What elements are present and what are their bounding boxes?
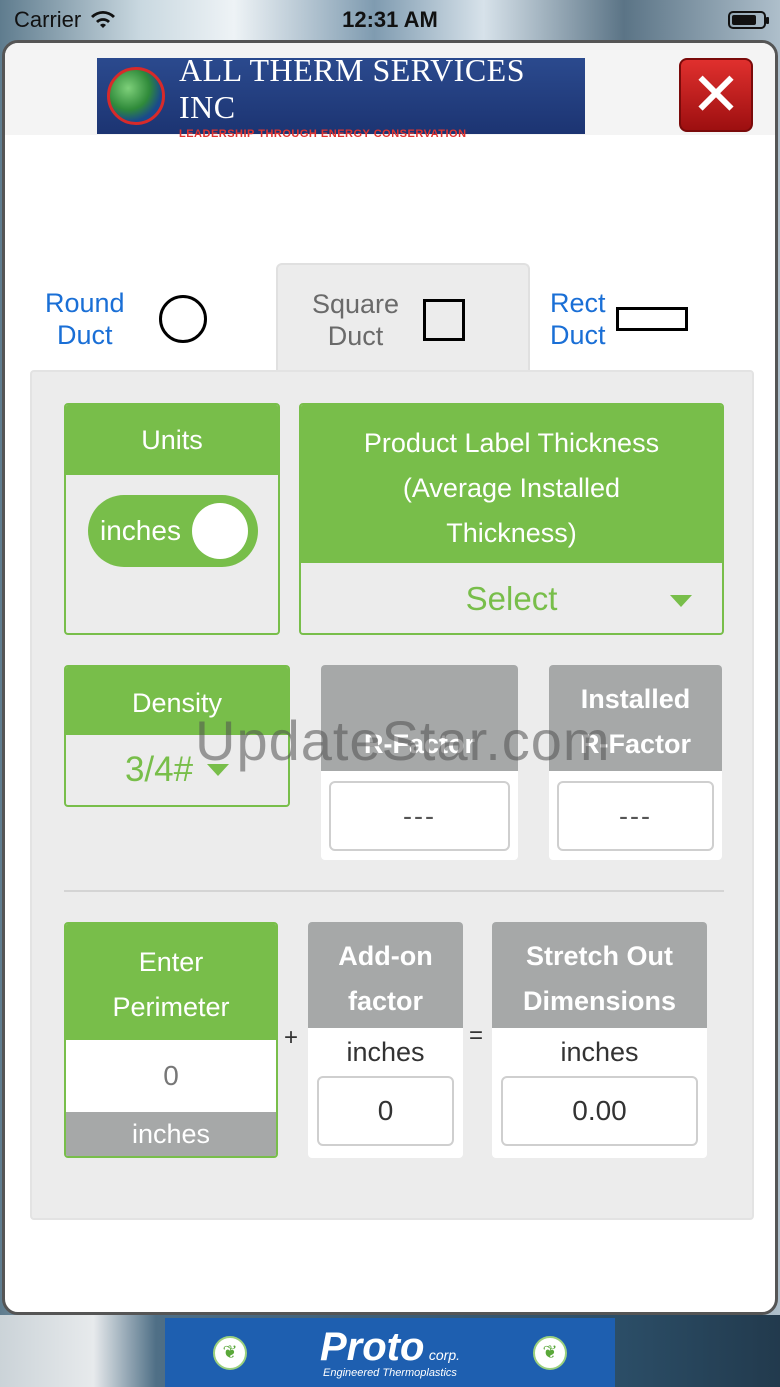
tab-round-duct[interactable]: Round Duct	[45, 265, 235, 373]
perimeter-unit: inches	[66, 1112, 276, 1156]
product-label-title: Product Label Thickness (Average Install…	[301, 405, 722, 563]
r-factor-field: ---	[329, 781, 510, 851]
circle-icon	[158, 295, 207, 343]
brand-name: Proto	[319, 1324, 425, 1369]
r-factor-title: R-Factor	[321, 665, 518, 771]
addon-factor-card: Add-on factor inches 0	[308, 922, 463, 1158]
calculator-modal: ALL THERM SERVICES INC LEADERSHIP THROUG…	[2, 40, 778, 1315]
perimeter-title: Enter Perimeter	[66, 924, 276, 1040]
units-toggle-label: inches	[100, 515, 181, 546]
plus-operator: +	[284, 1024, 299, 1051]
perimeter-input[interactable]: 0	[66, 1040, 276, 1112]
stretch-out-unit: inches	[560, 1037, 639, 1067]
r-factor-card: R-Factor ---	[321, 665, 518, 860]
equals-operator: =	[469, 1022, 484, 1049]
density-title: Density	[66, 667, 288, 735]
addon-factor-input[interactable]: 0	[317, 1076, 454, 1146]
stretch-out-title: Stretch Out Dimensions	[492, 922, 707, 1028]
section-divider	[64, 890, 724, 892]
tab-rect-label: Rect Duct	[550, 288, 606, 350]
addon-factor-title: Add-on factor	[308, 922, 463, 1028]
close-button[interactable]: ✕	[679, 58, 753, 132]
stretch-out-value: 0.00	[501, 1076, 698, 1146]
tab-round-label: Round Duct	[45, 288, 125, 350]
toggle-knob	[192, 503, 248, 559]
status-left: Carrier	[14, 7, 117, 33]
square-icon	[423, 299, 466, 341]
product-label-card: Product Label Thickness (Average Install…	[299, 403, 724, 635]
footer-ad-banner[interactable]: ❦ Proto corp. Engineered Thermoplastics …	[165, 1318, 615, 1387]
installed-r-factor-field: ---	[557, 781, 714, 851]
calculator-panel: Units inches Product Label Thickness (Av…	[30, 370, 754, 1220]
units-card: Units inches	[64, 403, 280, 635]
wifi-icon	[91, 11, 116, 28]
units-title: Units	[66, 405, 278, 475]
stretch-out-card: Stretch Out Dimensions inches 0.00	[492, 922, 707, 1158]
brand-subtitle: Engineered Thermoplastics	[323, 1366, 457, 1379]
leaf-icon: ❦	[532, 1335, 567, 1370]
carrier-label: Carrier	[14, 7, 82, 32]
density-select[interactable]: 3/4#	[66, 735, 288, 805]
brand-logo: Proto corp. Engineered Thermoplastics	[320, 1327, 460, 1379]
rectangle-icon	[615, 307, 688, 331]
close-icon: ✕	[690, 61, 742, 128]
thickness-select[interactable]: Select	[301, 563, 722, 633]
globe-icon	[107, 67, 165, 125]
tab-square-duct[interactable]: Square Duct	[276, 263, 530, 375]
density-card: Density 3/4#	[64, 665, 290, 807]
company-logo: ALL THERM SERVICES INC LEADERSHIP THROUG…	[97, 52, 585, 140]
logo-tagline: LEADERSHIP THROUGH ENERGY CONSERVATION	[179, 128, 467, 140]
chevron-down-icon	[670, 595, 692, 607]
status-bar: Carrier 12:31 AM	[0, 0, 780, 40]
tab-rect-duct[interactable]: Rect Duct	[550, 265, 760, 373]
installed-r-factor-title: Installed R-Factor	[549, 665, 722, 771]
leaf-icon: ❦	[213, 1335, 247, 1370]
logo-title: ALL THERM SERVICES INC	[179, 52, 526, 125]
tab-square-label: Square Duct	[312, 289, 400, 351]
chevron-down-icon	[207, 764, 230, 776]
perimeter-card: Enter Perimeter 0 inches	[64, 922, 278, 1158]
addon-unit: inches	[346, 1037, 425, 1067]
density-value: 3/4#	[124, 750, 194, 789]
brand-corp: corp.	[428, 1346, 460, 1363]
thickness-select-value: Select	[465, 580, 558, 617]
units-toggle[interactable]: inches	[88, 495, 258, 567]
installed-r-factor-card: Installed R-Factor ---	[549, 665, 722, 860]
battery-icon	[728, 11, 769, 29]
